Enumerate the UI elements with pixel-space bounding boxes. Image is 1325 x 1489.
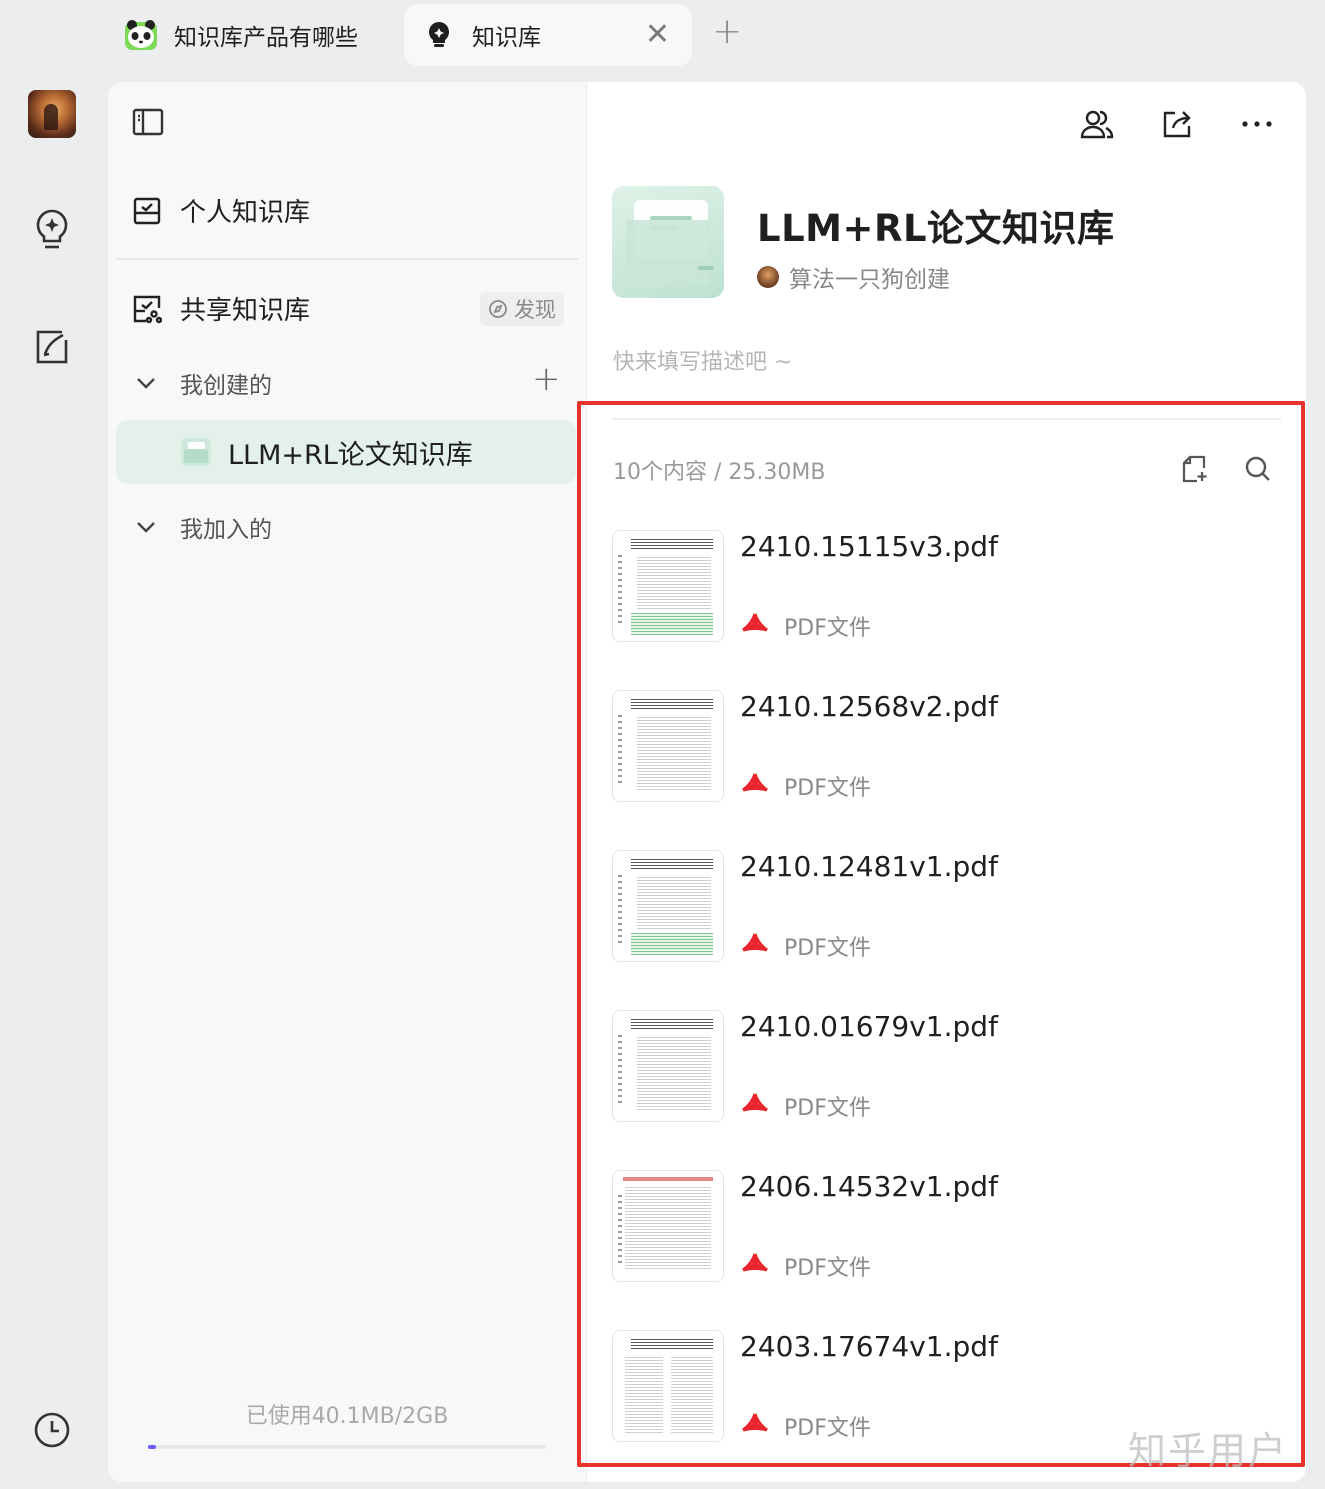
creator-label: 算法一只狗创建: [789, 267, 950, 293]
tab-label: 知识库: [472, 25, 541, 51]
bulb-icon: [422, 18, 456, 52]
file-type: PDF文件: [740, 770, 871, 802]
creator-info: 算法一只狗创建: [757, 260, 950, 294]
edit-note-icon[interactable]: [28, 322, 76, 370]
file-name: 2410.12481v1.pdf: [740, 850, 998, 883]
group-joined[interactable]: 我加入的: [134, 510, 272, 544]
file-type: PDF文件: [740, 1410, 871, 1442]
list-item[interactable]: 2410.01679v1.pdf PDF文件: [612, 1010, 1282, 1122]
tab-knowledge-products[interactable]: 知识库产品有哪些: [118, 4, 388, 66]
file-type: PDF文件: [740, 1090, 871, 1122]
content-count: 10个内容 / 25.30MB: [613, 460, 826, 485]
chevron-down-icon: [134, 515, 160, 539]
tab-label: 知识库产品有哪些: [174, 25, 358, 51]
storage-bar: [148, 1445, 546, 1449]
file-type-label: PDF文件: [784, 776, 871, 801]
discover-button[interactable]: 发现: [480, 292, 564, 326]
group-label: 我加入的: [180, 517, 272, 543]
file-type-label: PDF文件: [784, 936, 871, 961]
avatar[interactable]: [28, 90, 76, 138]
ai-bulb-icon[interactable]: [28, 206, 76, 254]
file-type-label: PDF文件: [784, 1256, 871, 1281]
left-rail: [0, 70, 108, 1489]
creator-avatar: [757, 266, 779, 288]
close-icon[interactable]: ✕: [645, 20, 670, 50]
pdf-icon: [742, 1093, 768, 1112]
new-tab-button[interactable]: +: [712, 14, 742, 50]
main-panel: LLM+RL论文知识库 算法一只狗创建 快来填写描述吧 ~ 10个内容 / 25…: [587, 82, 1306, 1482]
chevron-down-icon: [134, 371, 160, 395]
file-type-label: PDF文件: [784, 1096, 871, 1121]
pdf-thumbnail: [612, 530, 724, 642]
file-type: PDF文件: [740, 1250, 871, 1282]
sidebar-toggle-icon[interactable]: [130, 104, 166, 140]
sidebar-item-llm-rl[interactable]: LLM+RL论文知识库: [116, 420, 576, 484]
personal-kb-icon: [132, 195, 164, 227]
compass-icon: [489, 300, 507, 318]
pdf-thumbnail: [612, 690, 724, 802]
page-title: LLM+RL论文知识库: [757, 207, 1115, 250]
shared-kb-icon: [132, 293, 164, 325]
tab-bar: 知识库产品有哪些 知识库 ✕ +: [0, 0, 1325, 70]
file-name: 2410.15115v3.pdf: [740, 530, 998, 563]
file-type-label: PDF文件: [784, 616, 871, 641]
list-item[interactable]: 2410.12481v1.pdf PDF文件: [612, 850, 1282, 962]
add-file-icon[interactable]: [1177, 452, 1211, 486]
sidebar-item-personal[interactable]: 个人知识库: [132, 192, 310, 229]
pdf-icon: [742, 933, 768, 952]
list-item[interactable]: 2406.14532v1.pdf PDF文件: [612, 1170, 1282, 1282]
group-created[interactable]: 我创建的: [134, 366, 272, 400]
file-name: 2410.01679v1.pdf: [740, 1010, 998, 1043]
storage-usage-text: 已使用40.1MB/2GB: [245, 1404, 449, 1429]
add-kb-button[interactable]: +: [532, 362, 561, 396]
pdf-thumbnail: [612, 1330, 724, 1442]
pdf-thumbnail: [612, 1170, 724, 1282]
divider: [116, 258, 578, 260]
pdf-icon: [742, 1253, 768, 1272]
pdf-icon: [742, 613, 768, 632]
sidebar-item-label: LLM+RL论文知识库: [228, 439, 473, 471]
share-icon[interactable]: [1157, 104, 1197, 144]
description-field[interactable]: 快来填写描述吧 ~: [613, 344, 792, 376]
group-label: 我创建的: [180, 373, 272, 399]
pdf-thumbnail: [612, 1010, 724, 1122]
sidebar-item-label: 共享知识库: [180, 296, 311, 326]
kb-cover-icon[interactable]: [612, 186, 724, 298]
tab-knowledge-base[interactable]: 知识库 ✕: [404, 4, 692, 66]
pdf-icon: [742, 773, 768, 792]
watermark: 知乎用户: [1128, 1429, 1289, 1473]
members-icon[interactable]: [1077, 104, 1117, 144]
sidebar-item-label: 个人知识库: [180, 198, 311, 228]
kb-folder-icon: [181, 438, 211, 466]
file-name: 2403.17674v1.pdf: [740, 1330, 998, 1363]
list-item[interactable]: 2410.15115v3.pdf PDF文件: [612, 530, 1282, 642]
file-name: 2406.14532v1.pdf: [740, 1170, 998, 1203]
file-type: PDF文件: [740, 930, 871, 962]
divider: [612, 418, 1281, 420]
storage-bar-fill: [148, 1445, 156, 1449]
list-item[interactable]: 2410.12568v2.pdf PDF文件: [612, 690, 1282, 802]
file-name: 2410.12568v2.pdf: [740, 690, 998, 723]
file-type-label: PDF文件: [784, 1416, 871, 1441]
discover-label: 发现: [514, 298, 556, 322]
panda-icon: [124, 18, 158, 52]
history-clock-icon[interactable]: [28, 1406, 76, 1454]
search-icon[interactable]: [1241, 452, 1275, 486]
sidebar: 个人知识库 共享知识库 发现 我创建的 + LLM+RL论文知识库 我加入的 已…: [108, 82, 586, 1482]
more-icon[interactable]: [1237, 104, 1277, 144]
sidebar-item-shared[interactable]: 共享知识库: [132, 290, 310, 327]
pdf-icon: [742, 1413, 768, 1432]
file-type: PDF文件: [740, 610, 871, 642]
pdf-thumbnail: [612, 850, 724, 962]
